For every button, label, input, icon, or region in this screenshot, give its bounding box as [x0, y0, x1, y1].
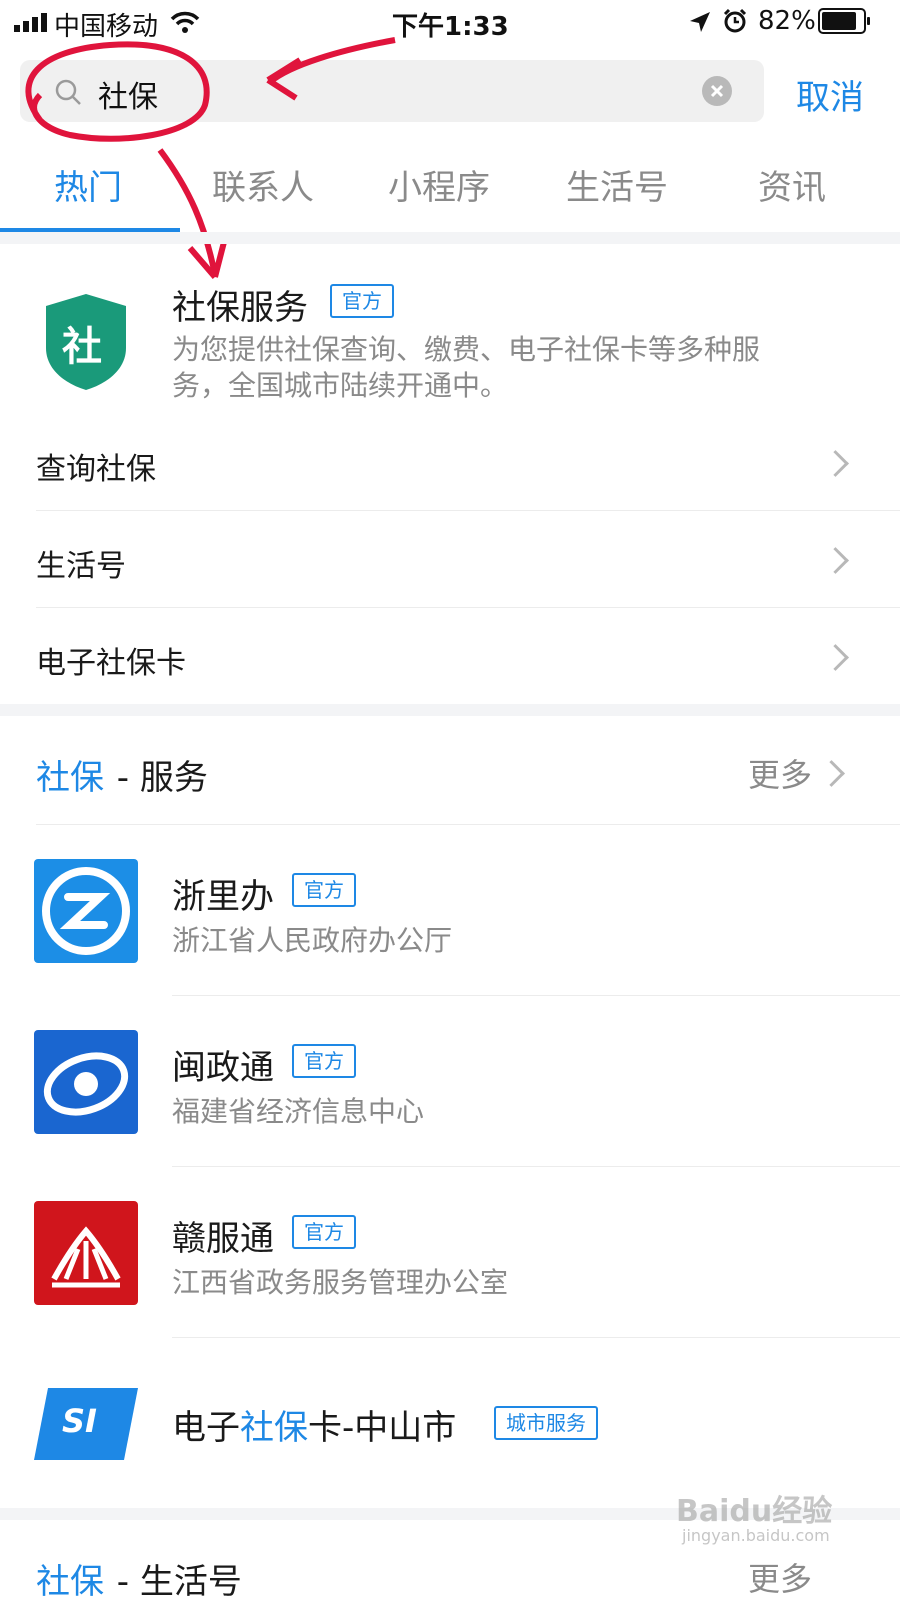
clear-search-button[interactable]: [702, 76, 732, 106]
minzhengtong-app-icon: [34, 1030, 138, 1134]
baidu-jingyan-watermark: Baidu经验 jingyan.baidu.com: [676, 1476, 876, 1556]
service-subtitle: 江西省政务服务管理办公室: [172, 1266, 509, 1299]
title-highlight: 社保: [240, 1408, 308, 1448]
section-divider: [0, 232, 900, 244]
city-service-badge: 城市服务: [494, 1406, 598, 1440]
official-badge: 官方: [292, 1044, 356, 1078]
zheliban-app-icon: [34, 859, 138, 963]
service-title: 浙里办: [172, 877, 274, 917]
link-label: 查询社保: [36, 452, 156, 487]
tab-mini-programs[interactable]: 小程序: [388, 160, 490, 209]
top-result-desc-1: 为您提供社保查询、缴费、电子社保卡等多种服: [172, 333, 761, 366]
service-item-minzhengtong[interactable]: 闽政通 官方 福建省经济信息中心: [0, 996, 900, 1166]
chevron-right-icon: [818, 760, 845, 787]
official-badge: 官方: [292, 873, 356, 907]
official-badge: 官方: [292, 1215, 356, 1249]
section-keyword: 社保: [36, 758, 104, 798]
top-result-desc-2: 务，全国城市陆续开通中。: [172, 369, 509, 402]
official-badge: 官方: [330, 284, 394, 318]
chevron-right-icon: [822, 450, 849, 477]
section-title-suffix: - 服务: [106, 758, 208, 798]
service-title: 赣服通: [172, 1219, 274, 1259]
link-life-account[interactable]: 生活号: [0, 511, 900, 607]
watermark-url: jingyan.baidu.com: [682, 1526, 830, 1545]
cancel-button[interactable]: 取消: [796, 70, 864, 119]
link-e-social-card[interactable]: 电子社保卡: [0, 608, 900, 704]
section-keyword: 社保: [36, 1562, 104, 1600]
service-item-ganfutong[interactable]: 赣服通 官方 江西省政务服务管理办公室: [0, 1167, 900, 1337]
shield-icon-label: 社: [62, 324, 102, 370]
top-result-title: 社保服务: [172, 288, 308, 328]
ganfutong-app-icon: [34, 1201, 138, 1305]
location-arrow-icon: [690, 12, 710, 32]
title-prefix: 电子: [172, 1408, 240, 1448]
link-label: 生活号: [36, 549, 126, 584]
section-title-suffix: - 生活号: [106, 1562, 242, 1600]
service-title: 电子社保卡-中山市: [172, 1400, 456, 1449]
services-section-header: 社保 - 服务 更多: [0, 716, 900, 824]
tab-life-accounts[interactable]: 生活号: [566, 160, 668, 209]
battery-icon: [818, 8, 870, 34]
tab-contacts[interactable]: 联系人: [212, 160, 314, 209]
alarm-icon: [723, 8, 747, 33]
service-subtitle: 浙江省人民政府办公厅: [172, 924, 453, 957]
chevron-right-icon: [822, 644, 849, 671]
title-suffix: 卡-中山市: [308, 1408, 457, 1448]
section-divider: [0, 704, 900, 716]
more-button[interactable]: 更多: [748, 750, 812, 796]
battery-percent: 82%: [758, 6, 816, 36]
service-item-zheliban[interactable]: 浙里办 官方 浙江省人民政府办公厅: [0, 825, 900, 995]
link-query-social-security[interactable]: 查询社保: [0, 414, 900, 510]
service-subtitle: 福建省经济信息中心: [172, 1095, 425, 1128]
link-label: 电子社保卡: [36, 646, 186, 681]
chevron-right-icon: [822, 547, 849, 574]
close-icon: [710, 84, 724, 98]
card-icon-label: SI: [62, 1402, 97, 1440]
tab-hot[interactable]: 热门: [54, 160, 122, 209]
watermark-text: Baidu经验: [676, 1494, 833, 1529]
more-button[interactable]: 更多: [748, 1554, 812, 1600]
tab-news[interactable]: 资讯: [758, 160, 826, 209]
service-title: 闽政通: [172, 1048, 274, 1088]
